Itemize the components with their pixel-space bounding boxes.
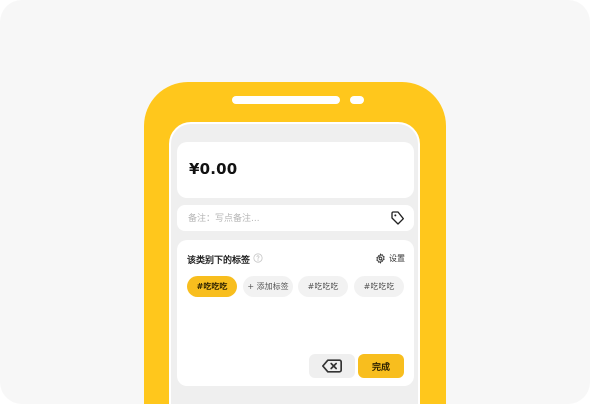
- gear-icon: [376, 252, 385, 264]
- backspace-icon: [322, 359, 342, 373]
- panel-title: 该类别下的标签: [187, 256, 251, 266]
- illustration-canvas: ¥0.00 备注：写点备注... 该类别下的标签 设置 #吃吃吃 + 添加标签 …: [0, 0, 590, 404]
- done-button[interactable]: 完成: [358, 354, 404, 378]
- phone-camera: [350, 96, 364, 104]
- settings-link[interactable]: 设置: [375, 251, 405, 265]
- tag-chip[interactable]: #吃吃吃: [354, 276, 404, 297]
- phone-speaker: [232, 96, 340, 104]
- note-placeholder: 备注：写点备注...: [188, 214, 260, 224]
- settings-label: 设置: [389, 253, 405, 263]
- tag-icon[interactable]: [390, 210, 406, 226]
- amount-card: ¥0.00: [177, 142, 414, 198]
- amount-value: ¥0.00: [189, 160, 238, 178]
- help-circle-icon[interactable]: [253, 253, 263, 263]
- delete-button[interactable]: [309, 354, 355, 378]
- tag-chip-selected[interactable]: #吃吃吃: [187, 276, 237, 297]
- add-tag-button[interactable]: + 添加标签: [243, 276, 293, 297]
- tag-chip[interactable]: #吃吃吃: [298, 276, 348, 297]
- tag-panel: 该类别下的标签 设置 #吃吃吃 + 添加标签 #吃吃吃 #吃吃吃 完成: [177, 240, 414, 386]
- note-input[interactable]: 备注：写点备注...: [177, 205, 414, 231]
